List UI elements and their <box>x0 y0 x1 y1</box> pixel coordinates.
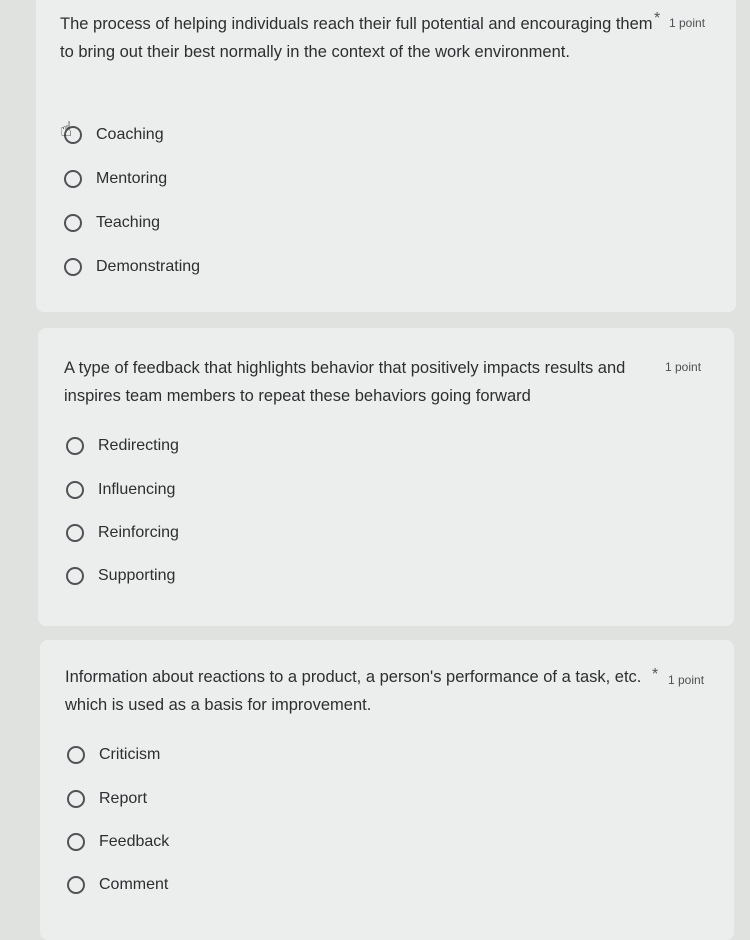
option-label: Coaching <box>96 126 164 143</box>
option-reinforcing[interactable]: Reinforcing <box>66 520 179 546</box>
question-1-text: The process of helping individuals reach… <box>60 15 653 61</box>
option-feedback[interactable]: Feedback <box>67 829 169 855</box>
radio-button[interactable] <box>66 481 84 499</box>
question-3-points: 1 point <box>668 673 705 687</box>
option-teaching[interactable]: Teaching <box>64 210 160 236</box>
option-label: Redirecting <box>98 437 179 454</box>
option-report[interactable]: Report <box>67 786 147 812</box>
option-label: Mentoring <box>96 170 168 187</box>
option-influencing[interactable]: Influencing <box>66 477 175 503</box>
radio-button[interactable] <box>64 170 82 188</box>
option-comment[interactable]: Comment <box>67 872 168 898</box>
radio-button[interactable] <box>67 876 85 894</box>
radio-button[interactable] <box>67 746 85 764</box>
hand-cursor-icon: ☝ <box>60 119 73 141</box>
option-criticism[interactable]: Criticism <box>67 742 160 768</box>
radio-button[interactable] <box>64 214 82 232</box>
question-2-points: 1 point <box>665 360 702 374</box>
option-label: Comment <box>99 876 169 893</box>
option-redirecting[interactable]: Redirecting <box>66 433 179 459</box>
question-2-text: A type of feedback that highlights behav… <box>64 359 626 405</box>
radio-button[interactable] <box>64 258 82 276</box>
radio-button[interactable] <box>66 567 84 585</box>
option-label: Teaching <box>96 214 161 231</box>
radio-button[interactable] <box>66 524 84 542</box>
option-label: Demonstrating <box>96 258 201 275</box>
question-1-points: 1 point <box>669 16 706 30</box>
question-3-text: Information about reactions to a product… <box>65 668 642 714</box>
radio-button[interactable] <box>67 790 85 808</box>
option-label: Criticism <box>99 746 161 763</box>
option-supporting[interactable]: Supporting <box>66 563 175 589</box>
option-label: Feedback <box>99 833 170 850</box>
radio-button[interactable]: ☝ <box>60 120 82 144</box>
option-label: Report <box>99 790 148 807</box>
required-asterisk: * <box>654 10 661 27</box>
radio-button[interactable] <box>66 437 84 455</box>
option-label: Reinforcing <box>98 524 179 541</box>
option-label: Supporting <box>98 567 176 584</box>
option-demonstrating[interactable]: Demonstrating <box>64 254 200 280</box>
required-asterisk: * <box>652 666 659 683</box>
option-mentoring[interactable]: Mentoring <box>64 166 167 192</box>
option-coaching[interactable]: ☝ Coaching <box>60 120 164 148</box>
option-label: Influencing <box>98 481 176 498</box>
radio-button[interactable] <box>67 833 85 851</box>
